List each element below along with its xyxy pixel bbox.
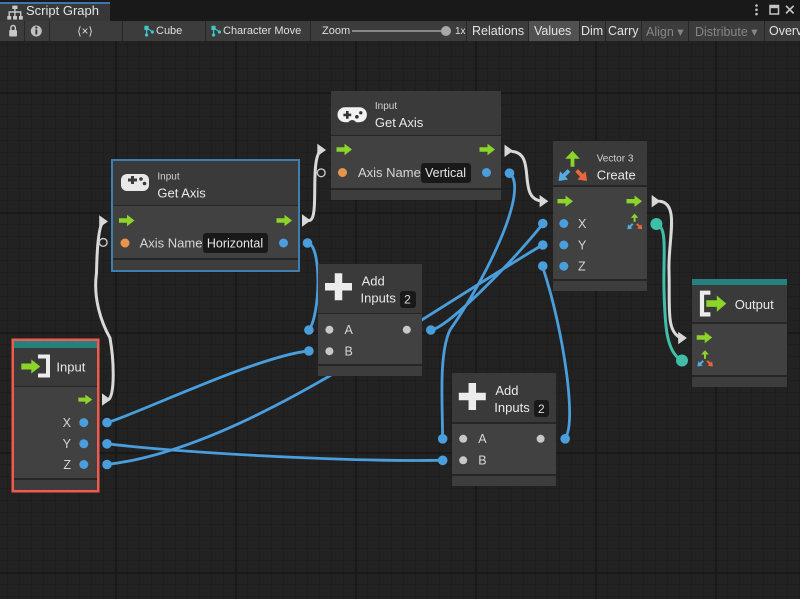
- svg-text:A: A: [478, 432, 487, 446]
- svg-text:B: B: [345, 345, 353, 359]
- svg-text:Input: Input: [157, 171, 179, 182]
- svg-text:X: X: [63, 416, 72, 430]
- svg-text:Y: Y: [578, 238, 587, 252]
- svg-text:Axis Name: Axis Name: [140, 236, 203, 251]
- svg-text:A: A: [345, 323, 354, 337]
- svg-text:Z: Z: [578, 260, 586, 274]
- svg-text:Horizontal: Horizontal: [207, 237, 263, 251]
- svg-text:⟨×⟩: ⟨×⟩: [77, 25, 93, 38]
- svg-text:Get Axis: Get Axis: [375, 115, 424, 130]
- svg-text:2: 2: [404, 293, 411, 307]
- svg-text:Get Axis: Get Axis: [157, 186, 206, 201]
- svg-text:Add: Add: [362, 274, 385, 289]
- svg-text:Input: Input: [56, 360, 85, 375]
- svg-text:X: X: [578, 217, 587, 231]
- svg-text:Output: Output: [735, 297, 774, 312]
- svg-text:Y: Y: [63, 437, 72, 451]
- svg-text:Create: Create: [597, 168, 636, 183]
- svg-text:Vector 3: Vector 3: [597, 153, 634, 164]
- svg-text:Inputs: Inputs: [494, 400, 530, 415]
- svg-text:Axis Name: Axis Name: [358, 165, 421, 180]
- svg-text:Inputs: Inputs: [361, 291, 397, 306]
- svg-text:Vertical: Vertical: [425, 166, 466, 180]
- svg-text:B: B: [478, 454, 486, 468]
- svg-text:Z: Z: [63, 458, 71, 472]
- svg-text:Input: Input: [375, 101, 397, 112]
- svg-text:2: 2: [538, 402, 545, 416]
- svg-text:Add: Add: [495, 383, 518, 398]
